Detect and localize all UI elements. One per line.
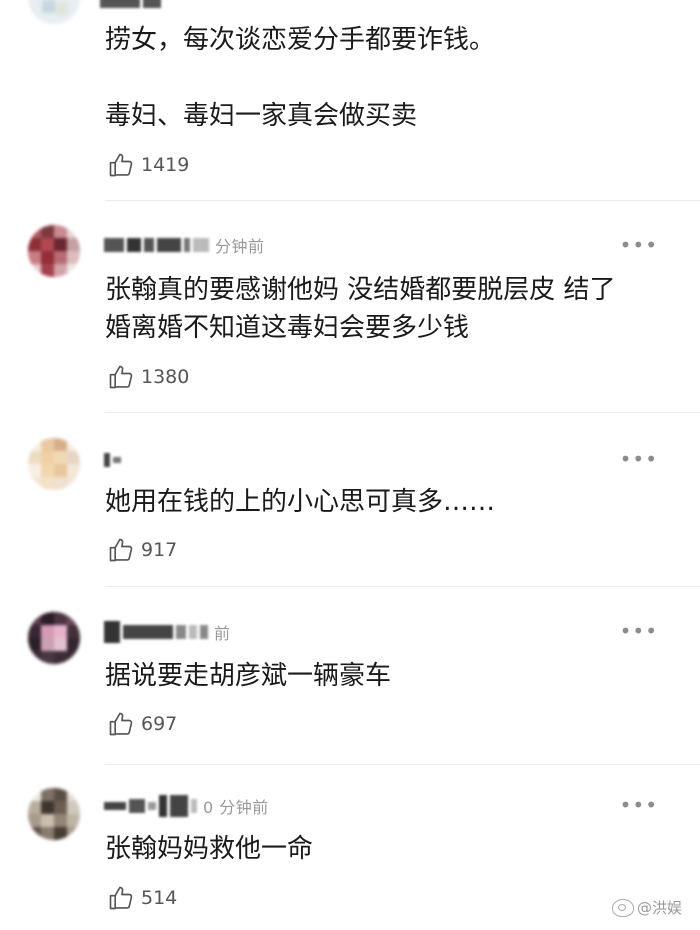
comment-line: 婚离婚不知道这毒妇会要多少钱 bbox=[105, 313, 470, 343]
comment-line: 毒妇、毒妇一家真会做买卖 bbox=[105, 101, 418, 131]
like-count: 917 bbox=[141, 539, 178, 561]
thumbs-up-icon bbox=[109, 365, 133, 389]
username-blurred[interactable] bbox=[104, 621, 208, 643]
comment-text: 张翰真的要感谢他妈 没结婚都要脱层皮 结了 婚离婚不知道这毒妇会要多少钱 bbox=[105, 271, 665, 347]
like-count: 697 bbox=[141, 713, 178, 735]
like-count: 514 bbox=[141, 887, 178, 909]
comment-meta bbox=[104, 446, 127, 474]
username-blurred[interactable] bbox=[104, 453, 121, 467]
comment-text: 据说要走胡彦斌一辆豪车 bbox=[105, 657, 665, 695]
like-button[interactable]: 917 bbox=[107, 535, 177, 565]
comment-line: 捞女，每次谈恋爱分手都要诈钱。 bbox=[105, 25, 496, 55]
comment-item: 前 ••• 据说要走胡彦斌一辆豪车 697 bbox=[0, 586, 700, 764]
like-button[interactable]: 1419 bbox=[107, 150, 189, 180]
comment-meta: 前 bbox=[104, 618, 231, 646]
avatar[interactable] bbox=[28, 0, 80, 24]
comment-text: 捞女，每次谈恋爱分手都要诈钱。 毒妇、毒妇一家真会做买卖 bbox=[105, 21, 665, 135]
comment-meta: 分钟前 bbox=[104, 231, 265, 259]
more-dots-icon[interactable]: ••• bbox=[620, 235, 658, 255]
comment-text: 她用在钱的上的小心思可真多…… bbox=[105, 483, 665, 521]
comment-line: 张翰真的要感谢他妈 没结婚都要脱层皮 结了 bbox=[105, 275, 616, 305]
username-blurred[interactable] bbox=[104, 238, 209, 252]
comment-line bbox=[105, 59, 665, 97]
comment-time: 前 bbox=[214, 624, 231, 643]
avatar[interactable] bbox=[28, 788, 80, 840]
weibo-logo-icon bbox=[611, 898, 634, 917]
comment-item: ••• 她用在钱的上的小心思可真多…… 917 bbox=[0, 412, 700, 586]
thumbs-up-icon bbox=[109, 153, 133, 177]
comment-line: 据说要走胡彦斌一辆豪车 bbox=[105, 661, 392, 691]
like-button[interactable]: 697 bbox=[107, 709, 177, 739]
comment-item: 分钟前 ••• 张翰真的要感谢他妈 没结婚都要脱层皮 结了 婚离婚不知道这毒妇会… bbox=[0, 200, 700, 412]
avatar[interactable] bbox=[28, 438, 80, 490]
username-blurred[interactable] bbox=[100, 0, 161, 8]
comment-item: 捞女，每次谈恋爱分手都要诈钱。 毒妇、毒妇一家真会做买卖 1419 bbox=[0, 0, 700, 200]
more-dots-icon[interactable]: ••• bbox=[620, 449, 658, 469]
avatar[interactable] bbox=[28, 612, 80, 664]
like-count: 1419 bbox=[141, 154, 190, 176]
comment-item: 0 分钟前 ••• 张翰妈妈救他一命 514 bbox=[0, 764, 700, 930]
watermark-text: @洪娱 bbox=[636, 899, 682, 917]
comment-time: 分钟前 bbox=[215, 237, 265, 256]
like-button[interactable]: 514 bbox=[107, 883, 177, 913]
comment-line: 她用在钱的上的小心思可真多…… bbox=[105, 487, 496, 517]
like-button[interactable]: 1380 bbox=[107, 362, 189, 392]
like-count: 1380 bbox=[141, 366, 190, 388]
comment-line: 张翰妈妈救他一命 bbox=[105, 834, 314, 864]
watermark: @洪娱 bbox=[611, 897, 682, 918]
username-blurred[interactable] bbox=[104, 795, 197, 817]
comment-text: 张翰妈妈救他一命 bbox=[105, 830, 665, 868]
avatar[interactable] bbox=[28, 225, 80, 277]
more-dots-icon[interactable]: ••• bbox=[620, 621, 658, 641]
comment-time: 0 分钟前 bbox=[203, 798, 269, 817]
thumbs-up-icon bbox=[109, 712, 133, 736]
more-dots-icon[interactable]: ••• bbox=[620, 795, 658, 815]
comment-meta: 0 分钟前 bbox=[104, 792, 269, 820]
thumbs-up-icon bbox=[109, 886, 133, 910]
thumbs-up-icon bbox=[109, 538, 133, 562]
